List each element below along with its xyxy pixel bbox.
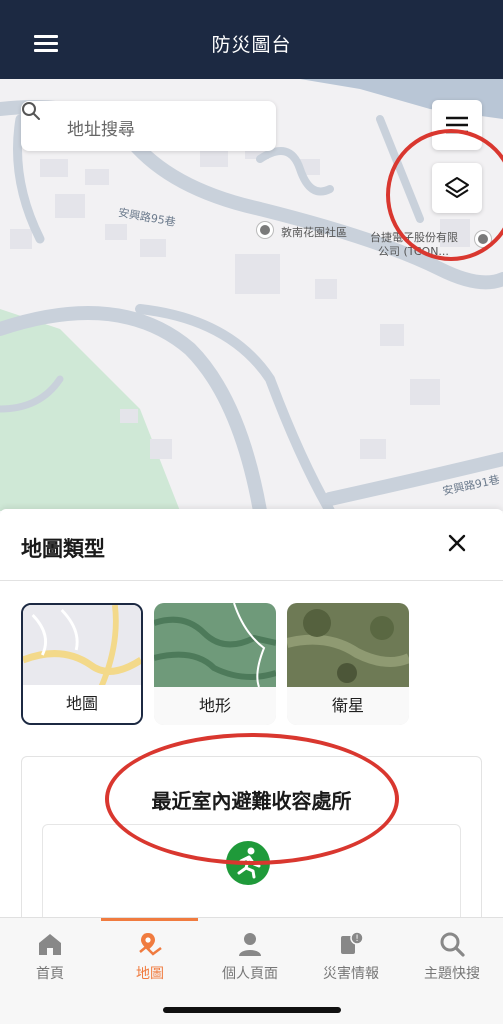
nav-label: 地圖 xyxy=(136,966,164,982)
home-icon xyxy=(39,934,61,955)
satellite-map-thumbnail xyxy=(287,603,409,687)
nav-label: 個人頁面 xyxy=(222,966,278,982)
search-icon xyxy=(440,932,465,957)
divider xyxy=(0,580,503,581)
search-icon xyxy=(22,102,40,120)
map-type-terrain[interactable]: 地形 xyxy=(154,603,276,725)
nav-item-topic-search[interactable]: 主題快搜 xyxy=(402,918,502,988)
nav-item-map[interactable]: 地圖 xyxy=(100,918,200,988)
page-title: 防災圖台 xyxy=(211,34,292,56)
terrain-map-thumbnail xyxy=(154,603,276,687)
highlight-circle xyxy=(105,733,399,865)
poi-marker-icon[interactable] xyxy=(257,222,273,238)
map-type-label: 地形 xyxy=(154,687,276,725)
person-icon xyxy=(239,933,261,956)
sheet-title: 地圖類型 xyxy=(21,537,105,561)
address-search-input[interactable]: 地址搜尋 xyxy=(21,101,276,151)
nav-item-disaster-info[interactable]: ! 災害情報 xyxy=(301,918,401,988)
map-type-label: 衛星 xyxy=(287,687,409,725)
app-header: 防災圖台 xyxy=(0,0,503,79)
poi-label: 敦南花園社區 xyxy=(281,226,347,239)
svg-text:!: ! xyxy=(355,934,359,944)
nav-label: 首頁 xyxy=(36,966,64,982)
nav-label: 主題快搜 xyxy=(424,966,480,982)
map-view[interactable]: 安興路95巷 敦南花園社區 台捷電子股份有限 公司 (TCON... 安興路91… xyxy=(0,79,503,511)
road-map-thumbnail xyxy=(23,605,141,689)
map-type-sheet: 地圖類型 地圖 地形 衛星 最近室內避難收容處所 xyxy=(0,509,503,944)
nav-item-home[interactable]: 首頁 xyxy=(0,918,100,988)
close-icon[interactable] xyxy=(447,533,467,553)
map-pin-icon xyxy=(139,933,162,956)
nav-item-profile[interactable]: 個人頁面 xyxy=(200,918,300,988)
search-placeholder: 地址搜尋 xyxy=(67,120,135,140)
map-type-label: 地圖 xyxy=(23,685,141,723)
alert-icon: ! xyxy=(341,931,364,954)
home-indicator xyxy=(163,1007,341,1013)
map-type-road[interactable]: 地圖 xyxy=(21,603,143,725)
map-type-satellite[interactable]: 衛星 xyxy=(287,603,409,725)
nav-label: 災害情報 xyxy=(323,966,379,982)
